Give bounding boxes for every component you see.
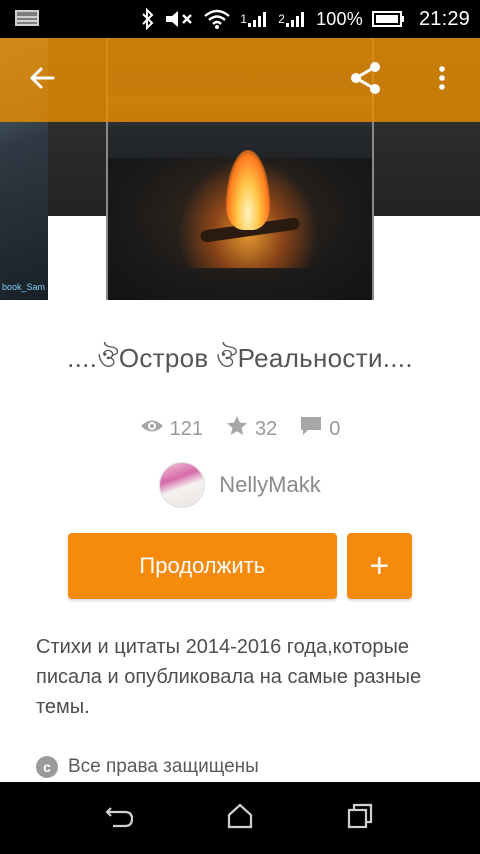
- signal-2-icon: 2: [278, 10, 307, 28]
- comment-icon: [299, 415, 323, 443]
- share-icon: [349, 61, 383, 100]
- author-avatar[interactable]: [159, 462, 206, 508]
- views-count: 121: [169, 417, 203, 440]
- mute-icon: [164, 8, 194, 30]
- share-button[interactable]: [348, 61, 384, 100]
- story-stats: 121 32 0: [0, 414, 480, 444]
- star-icon: [225, 414, 249, 444]
- eye-icon: [140, 417, 164, 441]
- plus-icon: +: [369, 547, 390, 585]
- recents-icon: [346, 803, 374, 834]
- clock: 21:29: [418, 7, 470, 30]
- author-name[interactable]: NellyMakk: [219, 472, 320, 498]
- copyright-icon: c: [36, 756, 58, 778]
- bluetooth-icon: [141, 8, 155, 30]
- story-title: ....ঔОстров ঔРеальности....: [67, 343, 413, 373]
- nav-back-icon: [105, 804, 135, 833]
- message-icon: [14, 8, 40, 28]
- more-vert-icon: [438, 65, 446, 96]
- views-stat: 121: [140, 417, 203, 441]
- system-navigation-bar: [0, 782, 480, 854]
- battery-icon: [371, 9, 406, 29]
- previous-cover-tag: book_Sam: [2, 282, 46, 292]
- arrow-back-icon: [29, 65, 55, 96]
- back-button[interactable]: [24, 62, 60, 98]
- continue-button[interactable]: Продолжить: [68, 533, 337, 599]
- story-description: Стихи и цитаты 2014-2016 года,которые пи…: [36, 636, 422, 718]
- votes-count: 32: [255, 417, 278, 440]
- copyright-text: Все права защищены: [68, 756, 259, 777]
- notification-area: [14, 8, 40, 33]
- author-row[interactable]: NellyMakk: [0, 462, 480, 508]
- nav-home-button[interactable]: [220, 798, 260, 838]
- comments-stat: 0: [299, 415, 340, 443]
- app-bar: [0, 38, 480, 122]
- more-options-button[interactable]: [424, 62, 460, 98]
- add-to-library-button[interactable]: +: [346, 533, 412, 599]
- wifi-icon: [203, 8, 231, 30]
- action-buttons: Продолжить +: [68, 533, 412, 599]
- votes-stat: 32: [225, 414, 277, 444]
- nav-back-button[interactable]: [100, 798, 140, 838]
- status-bar: 1 2 100% 21:29: [0, 0, 480, 38]
- copyright-row: c Все права защищены: [36, 756, 456, 778]
- battery-percent: 100%: [316, 8, 363, 29]
- nav-recents-button[interactable]: [340, 798, 380, 838]
- comments-count: 0: [329, 417, 341, 440]
- signal-1-icon: 1: [240, 10, 269, 28]
- home-icon: [226, 803, 254, 834]
- status-icons: 1 2 100% 21:29: [141, 0, 470, 38]
